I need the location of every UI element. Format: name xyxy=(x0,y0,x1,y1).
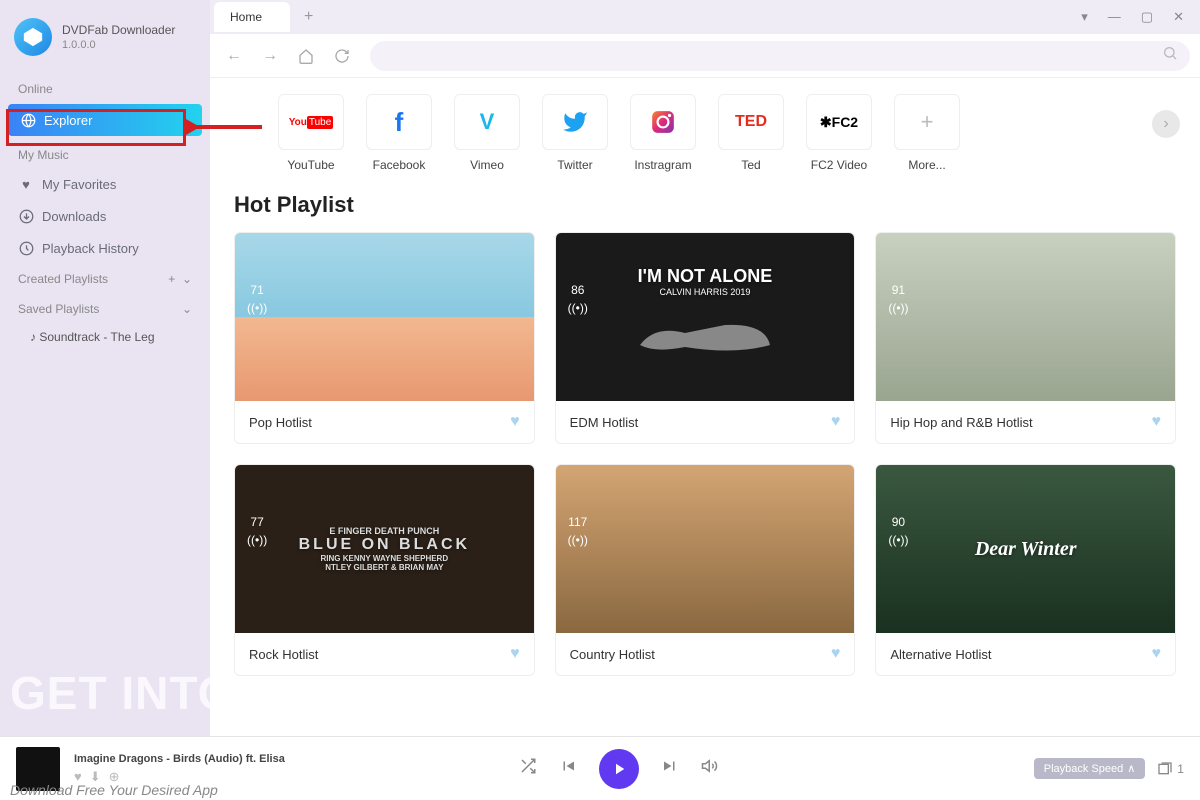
site-facebook[interactable]: f Facebook xyxy=(366,94,432,172)
sidebar: DVDFab Downloader 1.0.0.0 Online Explore… xyxy=(0,0,210,800)
browser-navbar: ← → xyxy=(210,34,1200,78)
nav-downloads-label: Downloads xyxy=(42,209,106,224)
download-icon xyxy=(18,208,34,224)
tab-home[interactable]: Home xyxy=(214,2,290,32)
scroll-right-button[interactable]: › xyxy=(1152,110,1180,138)
heart-icon[interactable]: ♥ xyxy=(831,645,841,663)
heart-icon[interactable]: ♥ xyxy=(510,413,520,431)
section-mymusic-label: My Music xyxy=(0,142,210,168)
heart-icon[interactable]: ♥ xyxy=(1151,413,1161,431)
player-like-icon[interactable]: ♥ xyxy=(74,769,82,785)
app-logo-row: DVDFab Downloader 1.0.0.0 xyxy=(0,10,210,64)
home-button[interactable] xyxy=(292,42,320,70)
annotation-arrow xyxy=(186,112,268,142)
player-download-icon[interactable]: ⬇ xyxy=(90,769,101,785)
prev-button[interactable] xyxy=(559,757,577,780)
forward-button[interactable]: → xyxy=(256,42,284,70)
card-rock[interactable]: 77((•)) E FINGER DEATH PUNCHBLUE ON BLAC… xyxy=(234,464,535,676)
site-ted[interactable]: TED Ted xyxy=(718,94,784,172)
back-button[interactable]: ← xyxy=(220,42,248,70)
site-fc2[interactable]: ✱FC2 FC2 Video xyxy=(806,94,872,172)
heart-icon[interactable]: ♥ xyxy=(831,413,841,431)
created-playlists-header[interactable]: Created Playlists + ⌄ xyxy=(0,264,210,294)
close-button[interactable]: ✕ xyxy=(1173,9,1184,25)
card-pop[interactable]: 71((•)) Pop Hotlist♥ xyxy=(234,232,535,444)
maximize-button[interactable]: ▢ xyxy=(1141,9,1153,25)
queue-button[interactable]: 1 xyxy=(1157,761,1184,777)
app-name: DVDFab Downloader xyxy=(62,23,175,39)
site-instagram[interactable]: Instragram xyxy=(630,94,696,172)
player-thumbnail[interactable] xyxy=(16,747,60,791)
new-tab-button[interactable]: + xyxy=(290,8,327,26)
theme-icon[interactable]: ▾ xyxy=(1081,9,1088,25)
next-button[interactable] xyxy=(661,757,679,780)
address-bar[interactable] xyxy=(370,41,1190,71)
play-button[interactable] xyxy=(599,749,639,789)
playback-speed-button[interactable]: Playback Speed ∧ xyxy=(1034,758,1146,779)
content-area: YouTube YouTube f Facebook V Vimeo Twitt… xyxy=(210,78,1200,800)
reload-button[interactable] xyxy=(328,42,356,70)
app-version: 1.0.0.0 xyxy=(62,39,175,51)
site-vimeo[interactable]: V Vimeo xyxy=(454,94,520,172)
shuffle-button[interactable] xyxy=(519,757,537,780)
card-hiphop[interactable]: 91((•)) Hip Hop and R&B Hotlist♥ xyxy=(875,232,1176,444)
player-bar: Imagine Dragons - Birds (Audio) ft. Elis… xyxy=(0,736,1200,800)
nav-favorites-label: My Favorites xyxy=(42,177,116,192)
search-icon xyxy=(1162,45,1178,66)
site-twitter[interactable]: Twitter xyxy=(542,94,608,172)
card-alternative[interactable]: 90((•)) Dear Winter Alternative Hotlist♥ xyxy=(875,464,1176,676)
window-controls: ▾ — ▢ ✕ xyxy=(1081,9,1200,25)
volume-button[interactable] xyxy=(701,757,719,780)
tab-bar: Home + ▾ — ▢ ✕ xyxy=(210,0,1200,34)
heart-icon[interactable]: ♥ xyxy=(510,645,520,663)
heart-icon: ♥ xyxy=(18,176,34,192)
nav-explorer[interactable]: Explorer xyxy=(8,104,202,136)
nav-explorer-label: Explorer xyxy=(44,113,92,128)
card-edm[interactable]: 86((•)) I'M NOT ALONECALVIN HARRIS 2019 … xyxy=(555,232,856,444)
nav-favorites[interactable]: ♥ My Favorites xyxy=(0,168,210,200)
playlist-grid: 71((•)) Pop Hotlist♥ 86((•)) I'M NOT ALO… xyxy=(234,232,1176,676)
nav-downloads[interactable]: Downloads xyxy=(0,200,210,232)
sites-row: YouTube YouTube f Facebook V Vimeo Twitt… xyxy=(234,94,1176,172)
nav-history[interactable]: Playback History xyxy=(0,232,210,264)
saved-playlists-header[interactable]: Saved Playlists ⌄ xyxy=(0,294,210,324)
saved-playlist-item[interactable]: ♪ Soundtrack - The Leg xyxy=(0,324,210,350)
main-area: Home + ▾ — ▢ ✕ ← → xyxy=(210,0,1200,800)
player-add-icon[interactable]: ⊕ xyxy=(109,769,120,785)
globe-icon xyxy=(20,112,36,128)
clock-icon xyxy=(18,240,34,256)
site-youtube[interactable]: YouTube YouTube xyxy=(278,94,344,172)
nav-history-label: Playback History xyxy=(42,241,139,256)
site-more[interactable]: + More... xyxy=(894,94,960,172)
app-logo-icon xyxy=(14,18,52,56)
section-online-label: Online xyxy=(0,76,210,102)
player-track-title: Imagine Dragons - Birds (Audio) ft. Elis… xyxy=(74,753,354,765)
card-country[interactable]: 117((•)) Country Hotlist♥ xyxy=(555,464,856,676)
minimize-button[interactable]: — xyxy=(1108,9,1121,25)
hot-playlist-title: Hot Playlist xyxy=(234,192,1176,218)
heart-icon[interactable]: ♥ xyxy=(1151,645,1161,663)
